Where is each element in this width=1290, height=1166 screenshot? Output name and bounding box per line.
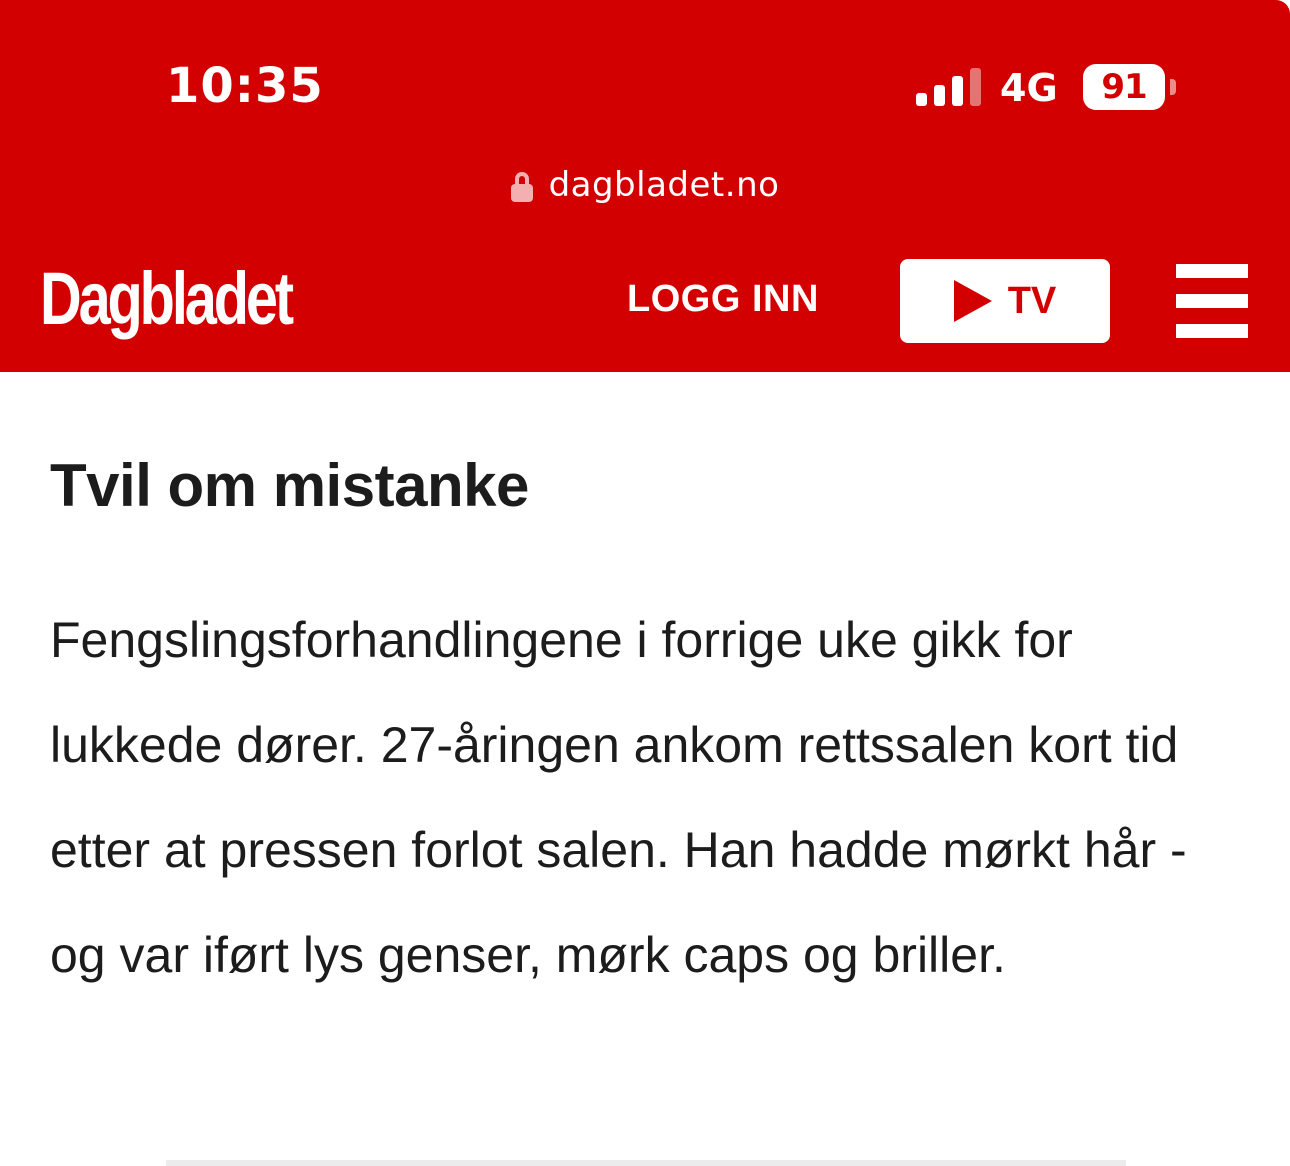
- play-icon: [953, 280, 992, 322]
- tv-label: TV: [1007, 279, 1057, 322]
- site-logo[interactable]: Dagbladet: [40, 262, 294, 336]
- address-bar[interactable]: dagbladet.no: [0, 160, 1290, 210]
- battery-level: 91: [1101, 67, 1147, 107]
- signal-bar: [952, 76, 963, 106]
- battery-icon: 91: [1083, 64, 1165, 110]
- signal-bar: [970, 68, 981, 106]
- signal-bar: [934, 85, 945, 106]
- battery-cap: [1170, 79, 1176, 95]
- hamburger-menu-icon[interactable]: [1176, 264, 1248, 338]
- menu-line: [1176, 264, 1248, 278]
- article-media: [166, 1160, 1126, 1166]
- status-time: 10:35: [166, 58, 324, 114]
- lock-icon: [510, 172, 533, 202]
- network-label: 4G: [1000, 66, 1058, 110]
- article-heading: Tvil om mistanke: [50, 452, 529, 519]
- article: Tvil om mistanke Fengslingsforhandlingen…: [50, 452, 1250, 1008]
- signal-icon: [916, 68, 981, 106]
- article-body: Fengslingsforhandlingene i forrige uke g…: [50, 612, 1187, 983]
- signal-bar: [916, 93, 927, 106]
- menu-line: [1176, 294, 1248, 308]
- login-link[interactable]: LOGG INN: [627, 278, 819, 321]
- tv-button[interactable]: TV: [900, 259, 1110, 343]
- url-text: dagbladet.no: [548, 165, 780, 205]
- menu-line: [1176, 324, 1248, 338]
- screen: 10:35 4G 91 dagbladet.no Dagbladet LOGG …: [0, 0, 1290, 1166]
- top-bar: 10:35 4G 91 dagbladet.no Dagbladet LOGG …: [0, 0, 1290, 372]
